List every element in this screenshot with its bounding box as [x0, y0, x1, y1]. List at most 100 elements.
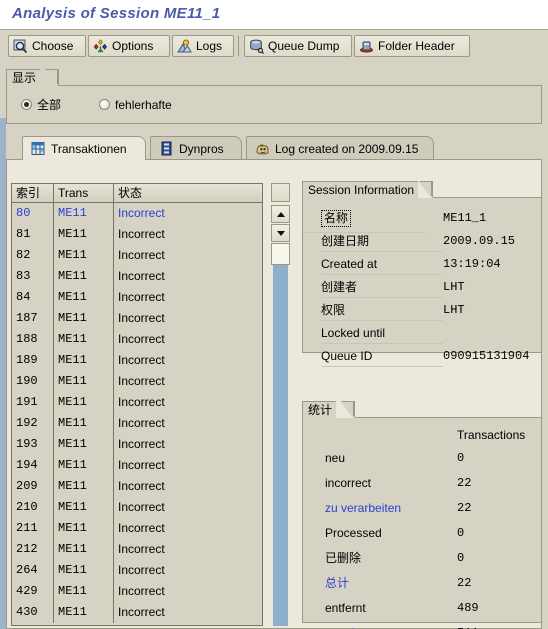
session-field-label-cell: Locked until	[303, 325, 443, 344]
session-information-topline	[433, 197, 542, 198]
filmstrip-icon	[159, 141, 174, 156]
accent-band-top	[0, 61, 548, 86]
tab-log-created-on-2009-09-15[interactable]: Log created on 2009.09.15	[246, 136, 434, 160]
tab-transaktionen[interactable]: Transaktionen	[22, 136, 146, 160]
logs-person-icon	[177, 39, 192, 54]
table-cell-index: 430	[12, 602, 54, 623]
table-body[interactable]: 80 ME11 Incorrect 81 ME11 Incorrect 82 ME11 Inco…	[12, 203, 262, 625]
table-row[interactable]: 192 ME11 Incorrect	[12, 413, 262, 434]
scrollbar-track[interactable]	[273, 265, 288, 626]
statistics-label[interactable]: angelegt	[325, 624, 457, 629]
table-cell-status: Incorrect	[118, 416, 165, 430]
session-field-label: Locked until	[321, 325, 443, 344]
table-row[interactable]: 82 ME11 Incorrect	[12, 245, 262, 266]
transactions-table[interactable]: 索引 Trans 状态 80 ME11 Incorrect 81 ME11 Incorrect…	[11, 183, 263, 626]
table-row[interactable]: 191 ME11 Incorrect	[12, 392, 262, 413]
session-information-fields: 名称 ME11_1 创建日期 2009.09.15 Created at 13:19:04…	[303, 210, 541, 371]
session-field-row: Locked until	[303, 325, 541, 348]
table-cell-trans: ME11	[54, 560, 114, 581]
table-cell-index: 190	[12, 371, 54, 392]
grid-table-icon	[31, 141, 46, 156]
session-field-row: 创建者 LHT	[303, 279, 541, 302]
display-radio-label: 全部	[37, 98, 62, 112]
display-radio-erroneous[interactable]: fehlerhafte	[99, 98, 172, 112]
table-column-header-2[interactable]: 状态	[114, 184, 262, 202]
statistics-label[interactable]: zu verarbeiten	[325, 499, 457, 517]
table-row[interactable]: 264 ME11 Incorrect	[12, 560, 262, 581]
scroll-down-button[interactable]	[271, 224, 290, 242]
table-vertical-scrollbar[interactable]	[271, 183, 290, 626]
table-cell-index: 194	[12, 455, 54, 476]
magnifier-icon	[13, 39, 28, 54]
toolbar-button-label: Options	[112, 39, 154, 53]
statistics-title: 统计	[302, 401, 337, 418]
display-radio-all[interactable]: 全部	[21, 96, 61, 113]
table-row[interactable]: 80 ME11 Incorrect	[12, 203, 262, 224]
table-cell-index: 212	[12, 539, 54, 560]
toolbar-button-queue-dump[interactable]: Queue Dump	[244, 35, 352, 57]
table-column-header-0[interactable]: 索引	[12, 184, 54, 202]
table-cell-index: 84	[12, 287, 54, 308]
statistics-row: 已删除 0	[303, 549, 541, 574]
session-field-label-cell: 创建日期	[303, 233, 443, 252]
session-field-value: LHT	[443, 303, 465, 317]
scrollbar-thumb[interactable]	[271, 243, 290, 265]
table-row[interactable]: 188 ME11 Incorrect	[12, 329, 262, 350]
table-cell-status: Incorrect	[118, 437, 165, 451]
statistics-value: 22	[457, 476, 472, 490]
table-cell-trans: ME11	[54, 602, 114, 623]
table-row[interactable]: 209 ME11 Incorrect	[12, 476, 262, 497]
table-row[interactable]: 430 ME11 Incorrect	[12, 602, 262, 623]
table-row[interactable]: 190 ME11 Incorrect	[12, 371, 262, 392]
session-field-label-cell: 创建者	[303, 279, 443, 298]
table-cell-trans: ME11	[54, 224, 114, 245]
table-row[interactable]: 211 ME11 Incorrect	[12, 518, 262, 539]
tab-label: Transaktionen	[51, 141, 127, 156]
scroll-up-button[interactable]	[271, 205, 290, 223]
display-group-title: 显示	[6, 69, 41, 86]
table-cell-status: Incorrect	[118, 479, 165, 493]
table-row[interactable]: 81 ME11 Incorrect	[12, 224, 262, 245]
table-cell-status: Incorrect	[118, 311, 165, 325]
statistics-row[interactable]: zu verarbeiten 22	[303, 499, 541, 524]
table-cell-trans: ME11	[54, 518, 114, 539]
table-row[interactable]: 83 ME11 Incorrect	[12, 266, 262, 287]
table-row[interactable]: 210 ME11 Incorrect	[12, 497, 262, 518]
tab-label: Dynpros	[179, 141, 224, 156]
session-field-label: Queue ID	[321, 348, 443, 367]
statistics-row: Processed 0	[303, 524, 541, 549]
statistics-row[interactable]: angelegt511	[303, 624, 541, 629]
table-column-header-1[interactable]: Trans	[54, 184, 114, 202]
statistics-value: 0	[457, 451, 465, 465]
statistics-value: 22	[457, 576, 472, 590]
table-row[interactable]: 193 ME11 Incorrect	[12, 434, 262, 455]
table-row[interactable]: 187 ME11 Incorrect	[12, 308, 262, 329]
tab-dynpros[interactable]: Dynpros	[150, 136, 242, 160]
table-row[interactable]: 84 ME11 Incorrect	[12, 287, 262, 308]
table-row[interactable]: 212 ME11 Incorrect	[12, 539, 262, 560]
folder-header-icon	[359, 39, 374, 54]
toolbar-button-folder-header[interactable]: Folder Header	[354, 35, 470, 57]
table-cell-status: Incorrect	[118, 563, 165, 577]
statistics-label[interactable]: 总计	[325, 574, 457, 592]
table-row[interactable]: 189 ME11 Incorrect	[12, 350, 262, 371]
table-cell-status: Incorrect	[118, 227, 165, 241]
statistics-row[interactable]: 总计 22	[303, 574, 541, 599]
toolbar-button-logs[interactable]: Logs	[172, 35, 234, 57]
table-cell-index: 191	[12, 392, 54, 413]
statistics-rows: Transactions neu 0 incorrect 22 zu verarbeite…	[303, 426, 541, 629]
table-row[interactable]: 194 ME11 Incorrect	[12, 455, 262, 476]
table-cell-trans: ME11	[54, 308, 114, 329]
toolbar-button-choose[interactable]: Choose	[8, 35, 86, 57]
table-cell-trans: ME11	[54, 329, 114, 350]
scrollbar-top-box[interactable]	[271, 183, 290, 202]
toolbar-button-options[interactable]: Options	[88, 35, 170, 57]
table-cell-index: 189	[12, 350, 54, 371]
table-cell-index: 187	[12, 308, 54, 329]
table-row[interactable]: 429 ME11 Incorrect	[12, 581, 262, 602]
table-cell-trans: ME11	[54, 371, 114, 392]
table-cell-status: Incorrect	[118, 269, 165, 283]
table-cell-status: Incorrect	[118, 605, 165, 619]
table-cell-status: Incorrect	[118, 395, 165, 409]
session-field-label-cell: 名称	[303, 210, 443, 233]
